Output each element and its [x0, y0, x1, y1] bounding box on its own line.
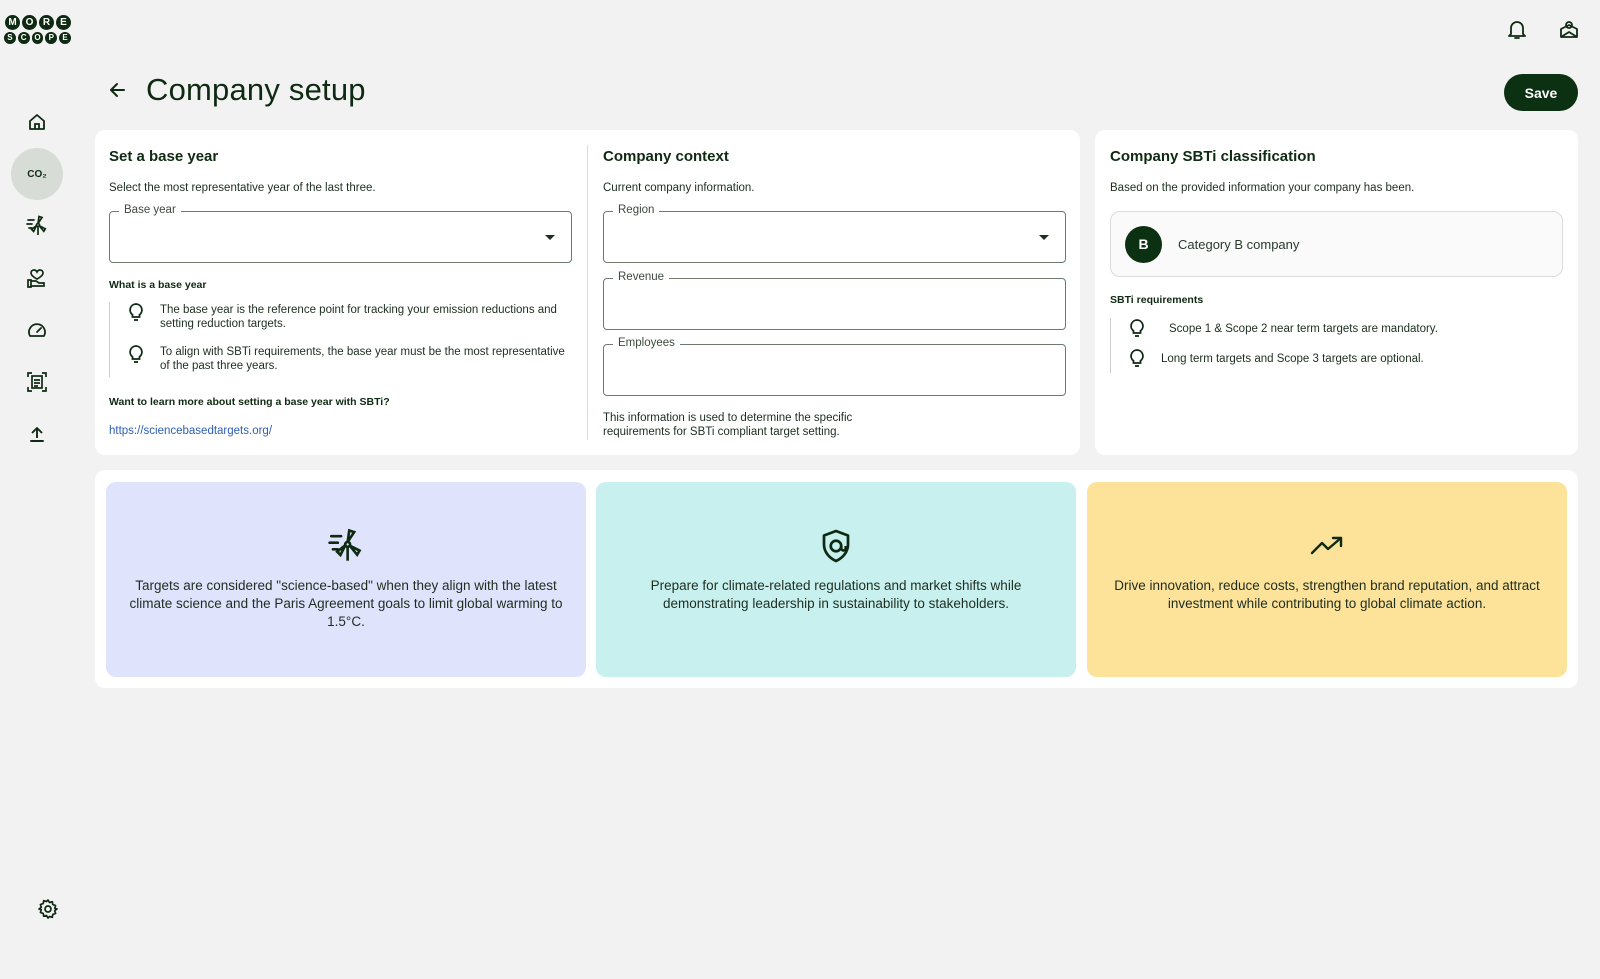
- company-context-subtitle: Current company information.: [603, 182, 755, 194]
- category-badge: B Category B company: [1110, 211, 1563, 277]
- sidebar-item-initiatives[interactable]: [11, 252, 63, 304]
- chevron-down-icon: [545, 235, 555, 240]
- back-button[interactable]: [106, 79, 128, 101]
- section-divider: [587, 145, 588, 440]
- home-icon: [29, 114, 45, 130]
- requirement-item: Scope 1 & Scope 2 near term targets are …: [1111, 318, 1550, 340]
- tip-item: The base year is the reference point for…: [110, 302, 574, 331]
- setup-card: Set a base year Select the most represen…: [95, 130, 1080, 455]
- classification-title: Company SBTi classification: [1110, 148, 1316, 165]
- arrow-left-icon: [110, 83, 125, 97]
- sidebar-item-settings[interactable]: [22, 883, 74, 935]
- sidebar-item-co2[interactable]: CO₂: [11, 148, 63, 200]
- wind-turbine-icon: [26, 215, 47, 235]
- logo-letter: O: [21, 14, 38, 31]
- category-avatar: B: [1125, 225, 1162, 263]
- tip-text: To align with SBTi requirements, the bas…: [160, 346, 565, 372]
- save-button[interactable]: Save: [1504, 74, 1578, 111]
- employees-label: Employees: [613, 337, 680, 349]
- benefits-panel: Targets are considered "science-based" w…: [95, 470, 1578, 688]
- tip-item: To align with SBTi requirements, the bas…: [110, 344, 574, 373]
- brand-logo[interactable]: M O R E S C O P E: [3, 14, 72, 48]
- category-label: Category B company: [1178, 236, 1300, 252]
- wind-turbine-icon: [327, 527, 365, 565]
- requirement-text: Scope 1 & Scope 2 near term targets are …: [1169, 323, 1438, 335]
- benefit-text: Drive innovation, reduce costs, strength…: [1114, 578, 1540, 611]
- page-title: Company setup: [146, 72, 366, 107]
- requirement-text: Long term targets and Scope 3 targets ar…: [1161, 353, 1424, 365]
- logo-letter: M: [4, 14, 21, 31]
- revenue-label: Revenue: [613, 271, 670, 283]
- report-icon: [27, 372, 47, 392]
- logo-letter: R: [38, 14, 55, 31]
- requirement-item: Long term targets and Scope 3 targets ar…: [1111, 348, 1550, 370]
- sidebar-item-home[interactable]: [11, 96, 63, 148]
- bell-icon[interactable]: [1506, 16, 1528, 42]
- shield-icon: [817, 527, 855, 565]
- company-context-title: Company context: [603, 148, 729, 165]
- classification-subtitle: Based on the provided information your c…: [1110, 182, 1415, 194]
- lightbulb-icon: [129, 345, 143, 363]
- base-year-subtitle: Select the most representative year of t…: [109, 182, 376, 194]
- gear-icon: [38, 899, 58, 919]
- benefit-card-regulations: Prepare for climate-related regulations …: [596, 482, 1076, 677]
- region-label: Region: [613, 204, 660, 216]
- logo-letter: S: [3, 31, 17, 45]
- benefit-card-science: Targets are considered "science-based" w…: [106, 482, 586, 677]
- sidebar-item-dashboard[interactable]: [11, 304, 63, 356]
- learn-more-text: Want to learn more about setting a base …: [109, 396, 390, 408]
- base-year-title: Set a base year: [109, 148, 219, 165]
- sbti-requirements-list: Scope 1 & Scope 2 near term targets are …: [1110, 318, 1550, 373]
- revenue-field[interactable]: Revenue: [603, 271, 1066, 330]
- base-year-tips: The base year is the reference point for…: [109, 302, 574, 377]
- region-select[interactable]: Region: [603, 204, 1066, 263]
- base-year-select[interactable]: Base year: [109, 204, 572, 263]
- topbar-actions: [1506, 16, 1580, 42]
- lightbulb-icon: [1130, 319, 1144, 337]
- benefit-text: Prepare for climate-related regulations …: [650, 578, 1022, 611]
- sbti-requirements-heading: SBTi requirements: [1110, 294, 1204, 306]
- lightbulb-icon: [1130, 349, 1144, 367]
- logo-letter: C: [16, 31, 31, 45]
- co2-icon: CO₂: [27, 168, 47, 180]
- logo-letter: E: [55, 14, 72, 31]
- sidebar-item-upload[interactable]: [11, 408, 63, 460]
- logo-letter: E: [58, 31, 72, 45]
- employees-field[interactable]: Employees: [603, 337, 1066, 396]
- base-year-label: Base year: [119, 204, 181, 216]
- logo-letter: P: [44, 31, 59, 45]
- what-is-base-year-heading: What is a base year: [109, 279, 207, 291]
- sidebar-item-targets[interactable]: [11, 200, 63, 252]
- trending-up-icon: [1308, 527, 1346, 565]
- benefit-card-innovation: Drive innovation, reduce costs, strength…: [1087, 482, 1567, 677]
- logo-letter: O: [30, 31, 45, 45]
- benefit-text: Targets are considered "science-based" w…: [129, 578, 563, 629]
- hand-heart-icon: [27, 269, 45, 288]
- speedometer-icon: [28, 323, 46, 337]
- lightbulb-icon: [129, 303, 143, 321]
- upload-icon: [30, 427, 44, 442]
- classification-card: Company SBTi classification Based on the…: [1095, 130, 1578, 455]
- context-info-text: This information is used to determine th…: [603, 412, 853, 438]
- sidebar-nav: CO₂: [0, 96, 74, 460]
- profile-icon[interactable]: [1558, 16, 1580, 42]
- chevron-down-icon: [1039, 235, 1049, 240]
- tip-text: The base year is the reference point for…: [160, 304, 557, 330]
- page-header: Company setup: [106, 72, 366, 108]
- sidebar-item-reports[interactable]: [11, 356, 63, 408]
- sbti-link[interactable]: https://sciencebasedtargets.org/: [109, 425, 272, 437]
